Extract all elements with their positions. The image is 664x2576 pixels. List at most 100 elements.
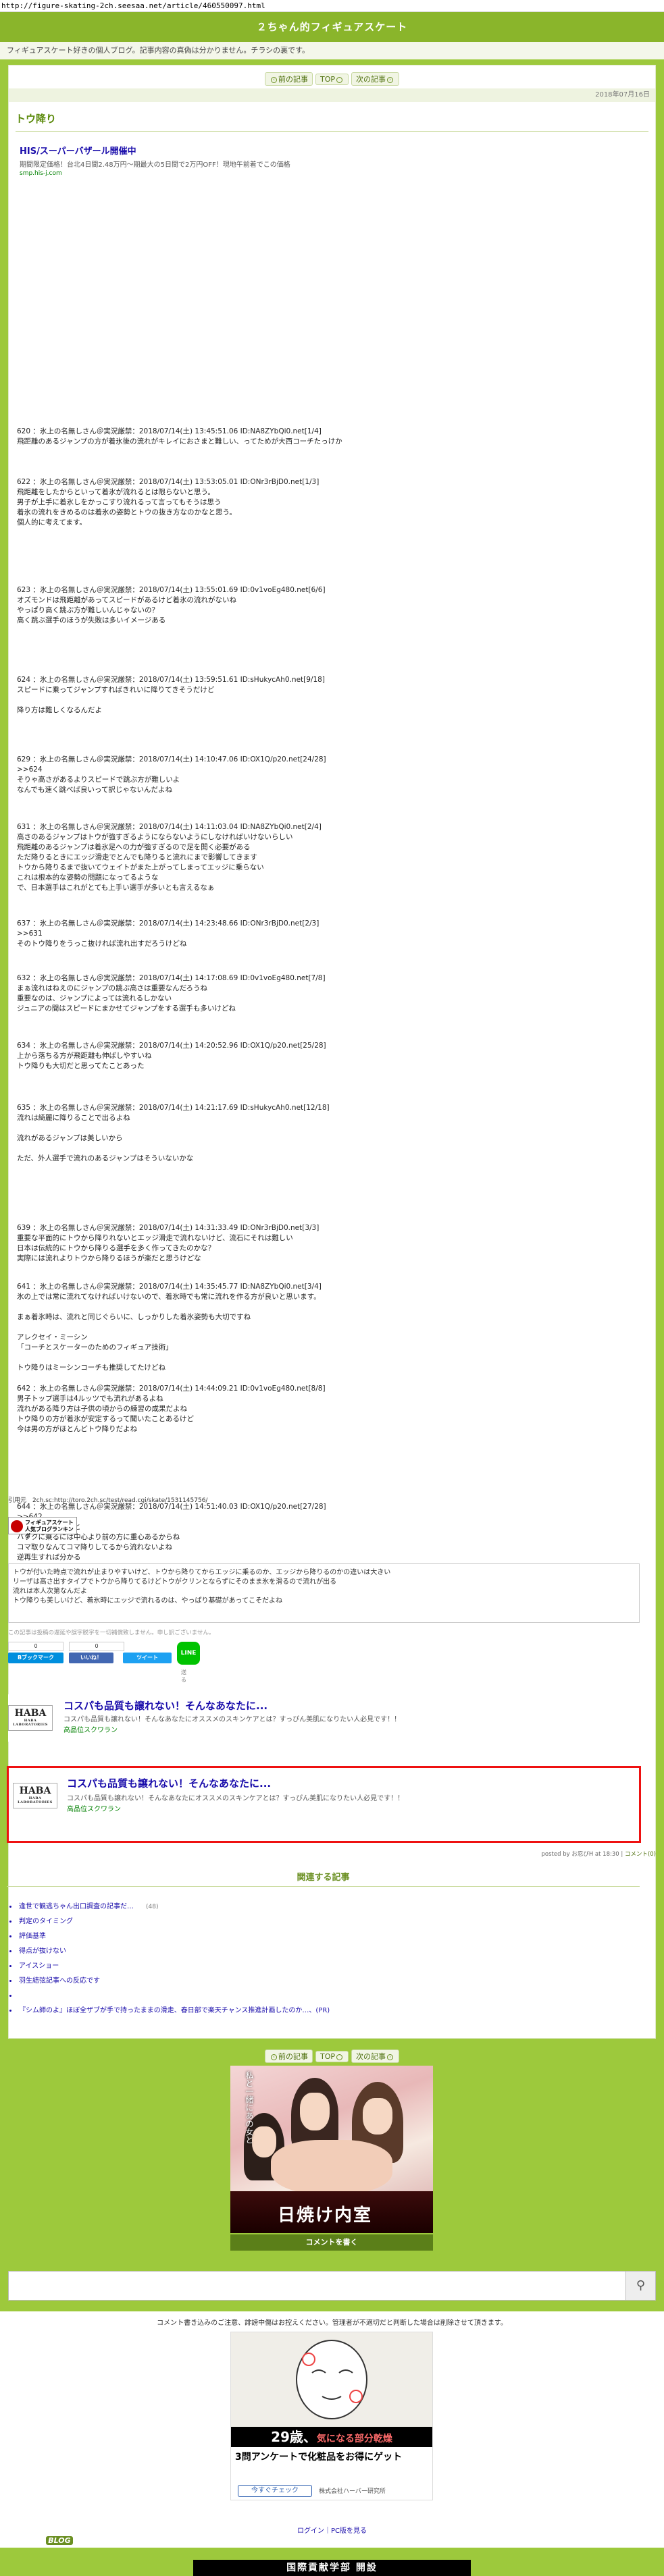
post-line: [17, 1302, 645, 1312]
comment-post: 641 ：氷上の名無しさん＠実況厳禁：2018/07/14(土) 14:35:4…: [17, 1282, 645, 1373]
post-line: 個人的に考えてます。: [17, 518, 86, 527]
ad-his[interactable]: HIS/スーパーバザール開催中 期間限定価格！台北4日間2.48万円〜期最大の5…: [16, 141, 648, 180]
post-line: オズモンドは飛距離があってスピードがあるけど着氷の流れがないね: [17, 595, 236, 604]
site-header[interactable]: ２ちゃん的フィギュアスケート: [0, 12, 664, 42]
ranking-badge[interactable]: フィギュアスケート 人気ブログランキング: [8, 1517, 77, 1539]
ad-haba-2-sponsor: 高品位スクワラン: [67, 1806, 121, 1813]
post-line: 氷の上では常に流れてなければいけないので、着氷時でも常に流れを作る方が良いと思い…: [17, 1293, 321, 1302]
post-line: 流れがあるジャンプは美しいから: [17, 1133, 123, 1142]
comment-post: 639 ：氷上の名無しさん＠実況厳禁：2018/07/14(土) 14:31:3…: [17, 1223, 645, 1264]
chevron-up-icon: ˆ: [336, 2054, 342, 2060]
haba-logo-2: HABA HABA LABORATORIES: [13, 1783, 57, 1808]
related-item[interactable]: 羽生結弦記事への反応です: [9, 1974, 330, 1989]
ranking-badge-text: フィギュアスケート 人気ブログランキング: [25, 1520, 74, 1539]
posted-by: posted by お忍びH at 18:30: [541, 1851, 619, 1858]
url-bar[interactable]: http://figure-skating-2ch.seesaa.net/art…: [0, 0, 664, 12]
post-line: [17, 1144, 645, 1154]
haba-logo-text: HABA: [14, 1708, 47, 1719]
post-line: [17, 695, 645, 705]
next-label: 次の記事: [356, 75, 386, 84]
comment-post: 642 ：氷上の名無しさん＠実況厳禁：2018/07/14(土) 14:44:0…: [17, 1384, 645, 1434]
related-divider: [7, 1886, 640, 1887]
game-ad-title: 日焼け内室: [278, 2205, 373, 2226]
post-line: [17, 1322, 645, 1333]
post-line: >>624: [17, 765, 43, 774]
post-line: ただ降りるときにエッジ滑走でとんでも降りると流れにまで影響してきます: [17, 853, 257, 861]
next-label-bottom: 次の記事: [356, 2052, 386, 2061]
top-label: TOP: [320, 75, 335, 84]
ad-haba-1[interactable]: HABA HABA LABORATORIES コスパも品質も譲れない！そんなあなた…: [8, 1694, 640, 1742]
ad-figure-face: [300, 2093, 330, 2130]
ad-haba-2[interactable]: HABA HABA LABORATORIES コスパも品質も譲れない！そんなあなた…: [7, 1766, 641, 1843]
related-list: 逢世で観逃ちゃん出口調査の記事だ…(48)判定のタイミング評価基準得点が抜けない…: [9, 1900, 330, 2018]
ranking-logo-icon: [11, 1520, 23, 1532]
game-ad-tagline: 私と一緒にあの女と: [245, 2071, 254, 2144]
post-line: >>631: [17, 930, 43, 938]
ad-haba-2-text: コスパも品質も譲れない！そんなあなたにオススメのスキンケアとは？すっぴん美肌にな…: [67, 1795, 405, 1802]
ad-his-headline[interactable]: HIS/スーパーバザール開催中: [20, 144, 644, 157]
ad-his-url[interactable]: smp.his-j.com: [20, 170, 644, 177]
related-item[interactable]: 逢世で観逃ちゃん出口調査の記事だ…(48): [9, 1900, 330, 1914]
prev-article-link[interactable]: ‹ 前の記事: [264, 72, 313, 86]
post-line: 高さのあるジャンプはトウが強すぎるようにならないようにしなければいけないらしい: [17, 832, 293, 841]
related-item[interactable]: 判定のタイミング: [9, 1914, 330, 1929]
related-item[interactable]: アイスショー: [9, 1959, 330, 1974]
post-line: トウ降りはミーシンコーチも推奨してたけどね: [17, 1364, 165, 1372]
top-link[interactable]: TOP ˆ: [315, 74, 349, 85]
related-item[interactable]: 得点が抜けない: [9, 1944, 330, 1959]
ad3-text[interactable]: 3問アンケートで化粧品をお得にゲット: [235, 2451, 402, 2463]
search-icon[interactable]: ⚲: [625, 2272, 655, 2300]
post-header: 642 ：氷上の名無しさん＠実況厳禁：2018/07/14(土) 14:44:0…: [17, 1384, 326, 1393]
hatena-bookmark-button[interactable]: Bブックマーク: [8, 1653, 63, 1663]
related-item[interactable]: 『シム師のよ』ほぼ全ザブが手で持ったままの滑走、春日部で楽天チャンス推進計画した…: [9, 2004, 330, 2018]
post-line: 「コーチとスケーターのためのフィギュア技術」: [17, 1343, 173, 1352]
prev-article-link-bottom[interactable]: ‹ 前の記事: [264, 2049, 313, 2063]
chevron-left-icon: ‹: [270, 2054, 277, 2060]
post-header: 629 ：氷上の名無しさん＠実況厳禁：2018/07/14(土) 14:10:4…: [17, 755, 326, 763]
post-line: 降り方は難しくなるんだよ: [17, 706, 102, 715]
summary-line: トウが付いた時点で流れが止まりやすいけど、トウから降りてからエッジに乗るのか、エ…: [13, 1569, 391, 1576]
comment-post: 622 ：氷上の名無しさん＠実況厳禁：2018/07/14(土) 13:53:0…: [17, 477, 645, 528]
fb-like-button[interactable]: いいね！: [69, 1653, 113, 1663]
post-line: [17, 1123, 645, 1133]
bottom-banner-ad[interactable]: 国際貢献学部 開設: [193, 2560, 471, 2576]
haba-logo-sub: HABA LABORATORIES: [13, 1719, 48, 1727]
line-share-button[interactable]: LINE: [177, 1642, 200, 1665]
ad-haba-skin[interactable]: 29歳、気になる部分乾燥 3問アンケートで化粧品をお得にゲット 今すぐチェック …: [230, 2332, 433, 2500]
seesaa-logo[interactable]: Seesaa BLOG: [8, 2535, 73, 2546]
source-url[interactable]: 2ch.sc:http://toro.2ch.sc/test/read.cgi/…: [32, 1497, 207, 1504]
ad-haba-1-headline[interactable]: コスパも品質も譲れない！そんなあなたに...: [63, 1698, 267, 1713]
chevron-right-icon: ›: [387, 2054, 393, 2060]
top-link-bottom[interactable]: TOP ˆ: [315, 2051, 349, 2062]
post-line: やっぱり高く跳ぶ方が難しいんじゃないの？: [17, 606, 159, 614]
next-article-link-bottom[interactable]: 次の記事 ›: [351, 2049, 399, 2063]
ad-haba-2-headline[interactable]: コスパも品質も譲れない！そんなあなたに...: [67, 1776, 271, 1790]
chevron-up-icon: ˆ: [336, 76, 342, 83]
summary-line: トウ降りも美しいけど、着氷時にエッジで流れるのは、やっぱり基礎があってこそだよね: [13, 1597, 282, 1605]
post-header: 622 ：氷上の名無しさん＠実況厳禁：2018/07/14(土) 13:53:0…: [17, 478, 320, 487]
ad3-catch: 29歳、気になる部分乾燥: [231, 2427, 432, 2447]
comment-post: 620 ：氷上の名無しさん＠実況厳禁：2018/07/14(土) 13:45:5…: [17, 427, 645, 447]
next-article-link[interactable]: 次の記事 ›: [351, 72, 399, 86]
ad3-cta-button[interactable]: 今すぐチェック: [238, 2485, 312, 2497]
summary-box: トウが付いた時点で流れが止まりやすいけど、トウから降りてからエッジに乗るのか、エ…: [8, 1563, 640, 1623]
write-comment-button[interactable]: コメントを書く: [230, 2234, 433, 2251]
line-send-label: 送る: [181, 1669, 186, 1683]
disclaimer-note: この記事は投稿の遅延や誤字脱字を一切補償致しません。申し訳ございません。: [8, 1630, 215, 1636]
login-link[interactable]: ログイン｜PC版を見る: [0, 2525, 664, 2535]
related-item[interactable]: [9, 1989, 330, 2004]
search-bar[interactable]: ⚲: [8, 2271, 656, 2301]
post-line: 流れがある降り方は子供の頃からの練習の成果だよね: [17, 1404, 187, 1413]
post-line: まぁ流れはねえのにジャンプの跳ぶ高さは重要なんだろうね: [17, 984, 208, 993]
game-ad-image[interactable]: 私と一緒にあの女と 日焼け内室: [230, 2066, 433, 2233]
comment-link[interactable]: コメント(0): [625, 1851, 656, 1858]
summary-line: 流れは本人次第なんだよ: [13, 1588, 87, 1595]
ad-his-text: 期間限定価格！台北4日間2.48万円〜期最大の5日間で2万円OFF！現地午前着で…: [20, 161, 290, 169]
tweet-button[interactable]: ツイート: [123, 1653, 172, 1663]
related-item[interactable]: 評価基準: [9, 1929, 330, 1944]
article-title[interactable]: トウ降り: [9, 102, 655, 131]
haba-logo: HABA HABA LABORATORIES: [8, 1705, 53, 1731]
comment-post: 629 ：氷上の名無しさん＠実況厳禁：2018/07/14(土) 14:10:4…: [17, 755, 645, 795]
seesaa-blog-tag: BLOG: [46, 2536, 73, 2545]
article-date: 2018年07月16日: [9, 88, 655, 102]
